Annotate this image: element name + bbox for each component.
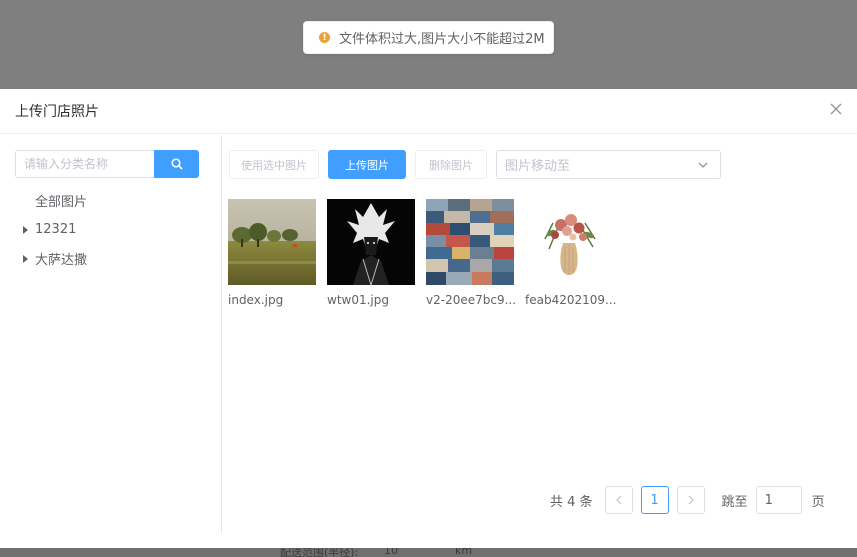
category-panel: 全部图片 12321 大萨达撒	[15, 150, 199, 273]
page-suffix: 页	[811, 494, 825, 510]
image-grid: index.jpg wtw01.jpg v2-20ee7bc9... feab4…	[228, 199, 624, 307]
dialog-title: 上传门店照片	[15, 104, 99, 120]
caret-right-icon[interactable]	[15, 254, 35, 263]
search-icon	[170, 155, 183, 174]
jump-label: 跳至	[721, 494, 748, 510]
tree-item-all[interactable]: 全部图片	[15, 186, 199, 215]
move-to-placeholder: 图片移动至	[505, 159, 571, 174]
image-filename: feab4202109...	[525, 293, 617, 307]
tree-item-label: 全部图片	[35, 195, 88, 210]
next-page-button[interactable]	[676, 486, 705, 514]
image-card[interactable]: wtw01.jpg	[327, 199, 415, 307]
close-icon[interactable]	[829, 102, 843, 116]
image-filename: index.jpg	[228, 293, 284, 307]
toast-message: 文件体积过大,图片大小不能超过2M	[339, 32, 545, 47]
pagination: 共 4 条 1 跳至 页	[550, 486, 825, 514]
dialog-header: 上传门店照片	[0, 89, 857, 134]
move-to-select[interactable]: 图片移动至	[496, 150, 721, 179]
anime-character-image[interactable]	[327, 199, 415, 285]
warning-toast: ! 文件体积过大,图片大小不能超过2M	[303, 21, 554, 54]
warning-icon: !	[319, 32, 330, 43]
page-number-1[interactable]: 1	[640, 486, 669, 514]
delete-button[interactable]: 删除图片	[415, 150, 487, 179]
image-card[interactable]: index.jpg	[228, 199, 316, 307]
search-button[interactable]	[154, 150, 199, 178]
image-card[interactable]: feab4202109...	[525, 199, 616, 307]
panel-divider	[221, 135, 222, 533]
caret-right-icon[interactable]	[15, 225, 35, 234]
prev-page-button[interactable]	[604, 486, 633, 514]
collage-image[interactable]	[426, 199, 514, 285]
pagination-total: 共 4 条	[550, 494, 593, 510]
tree-item-label: 12321	[35, 222, 77, 237]
tree-item-label: 大萨达撒	[35, 253, 88, 268]
category-search	[15, 150, 199, 178]
jump-page-input[interactable]	[755, 486, 802, 514]
flower-vase-image[interactable]	[525, 199, 613, 285]
chevron-left-icon	[615, 495, 621, 505]
image-toolbar: 使用选中图片 上传图片 删除图片 图片移动至	[229, 150, 721, 179]
chevron-right-icon	[688, 495, 694, 505]
use-selected-button[interactable]: 使用选中图片	[229, 150, 319, 179]
image-filename: v2-20ee7bc9...	[426, 293, 517, 307]
category-search-input[interactable]	[15, 150, 154, 178]
image-card[interactable]: v2-20ee7bc9...	[426, 199, 516, 307]
upload-button[interactable]: 上传图片	[328, 150, 406, 179]
chevron-down-icon	[698, 157, 708, 172]
tree-item-dasadasa[interactable]: 大萨达撒	[15, 244, 199, 273]
background-page: 配送范围(半径): 10 km	[0, 544, 857, 557]
category-tree: 全部图片 12321 大萨达撒	[15, 186, 199, 273]
watermark: @稀土掘金技术社区	[686, 523, 839, 543]
tree-item-12321[interactable]: 12321	[15, 215, 199, 244]
upload-dialog: 上传门店照片 全部图片 12321 大萨达撒	[0, 89, 857, 548]
image-filename: wtw01.jpg	[327, 293, 389, 307]
landscape-photo[interactable]	[228, 199, 316, 285]
